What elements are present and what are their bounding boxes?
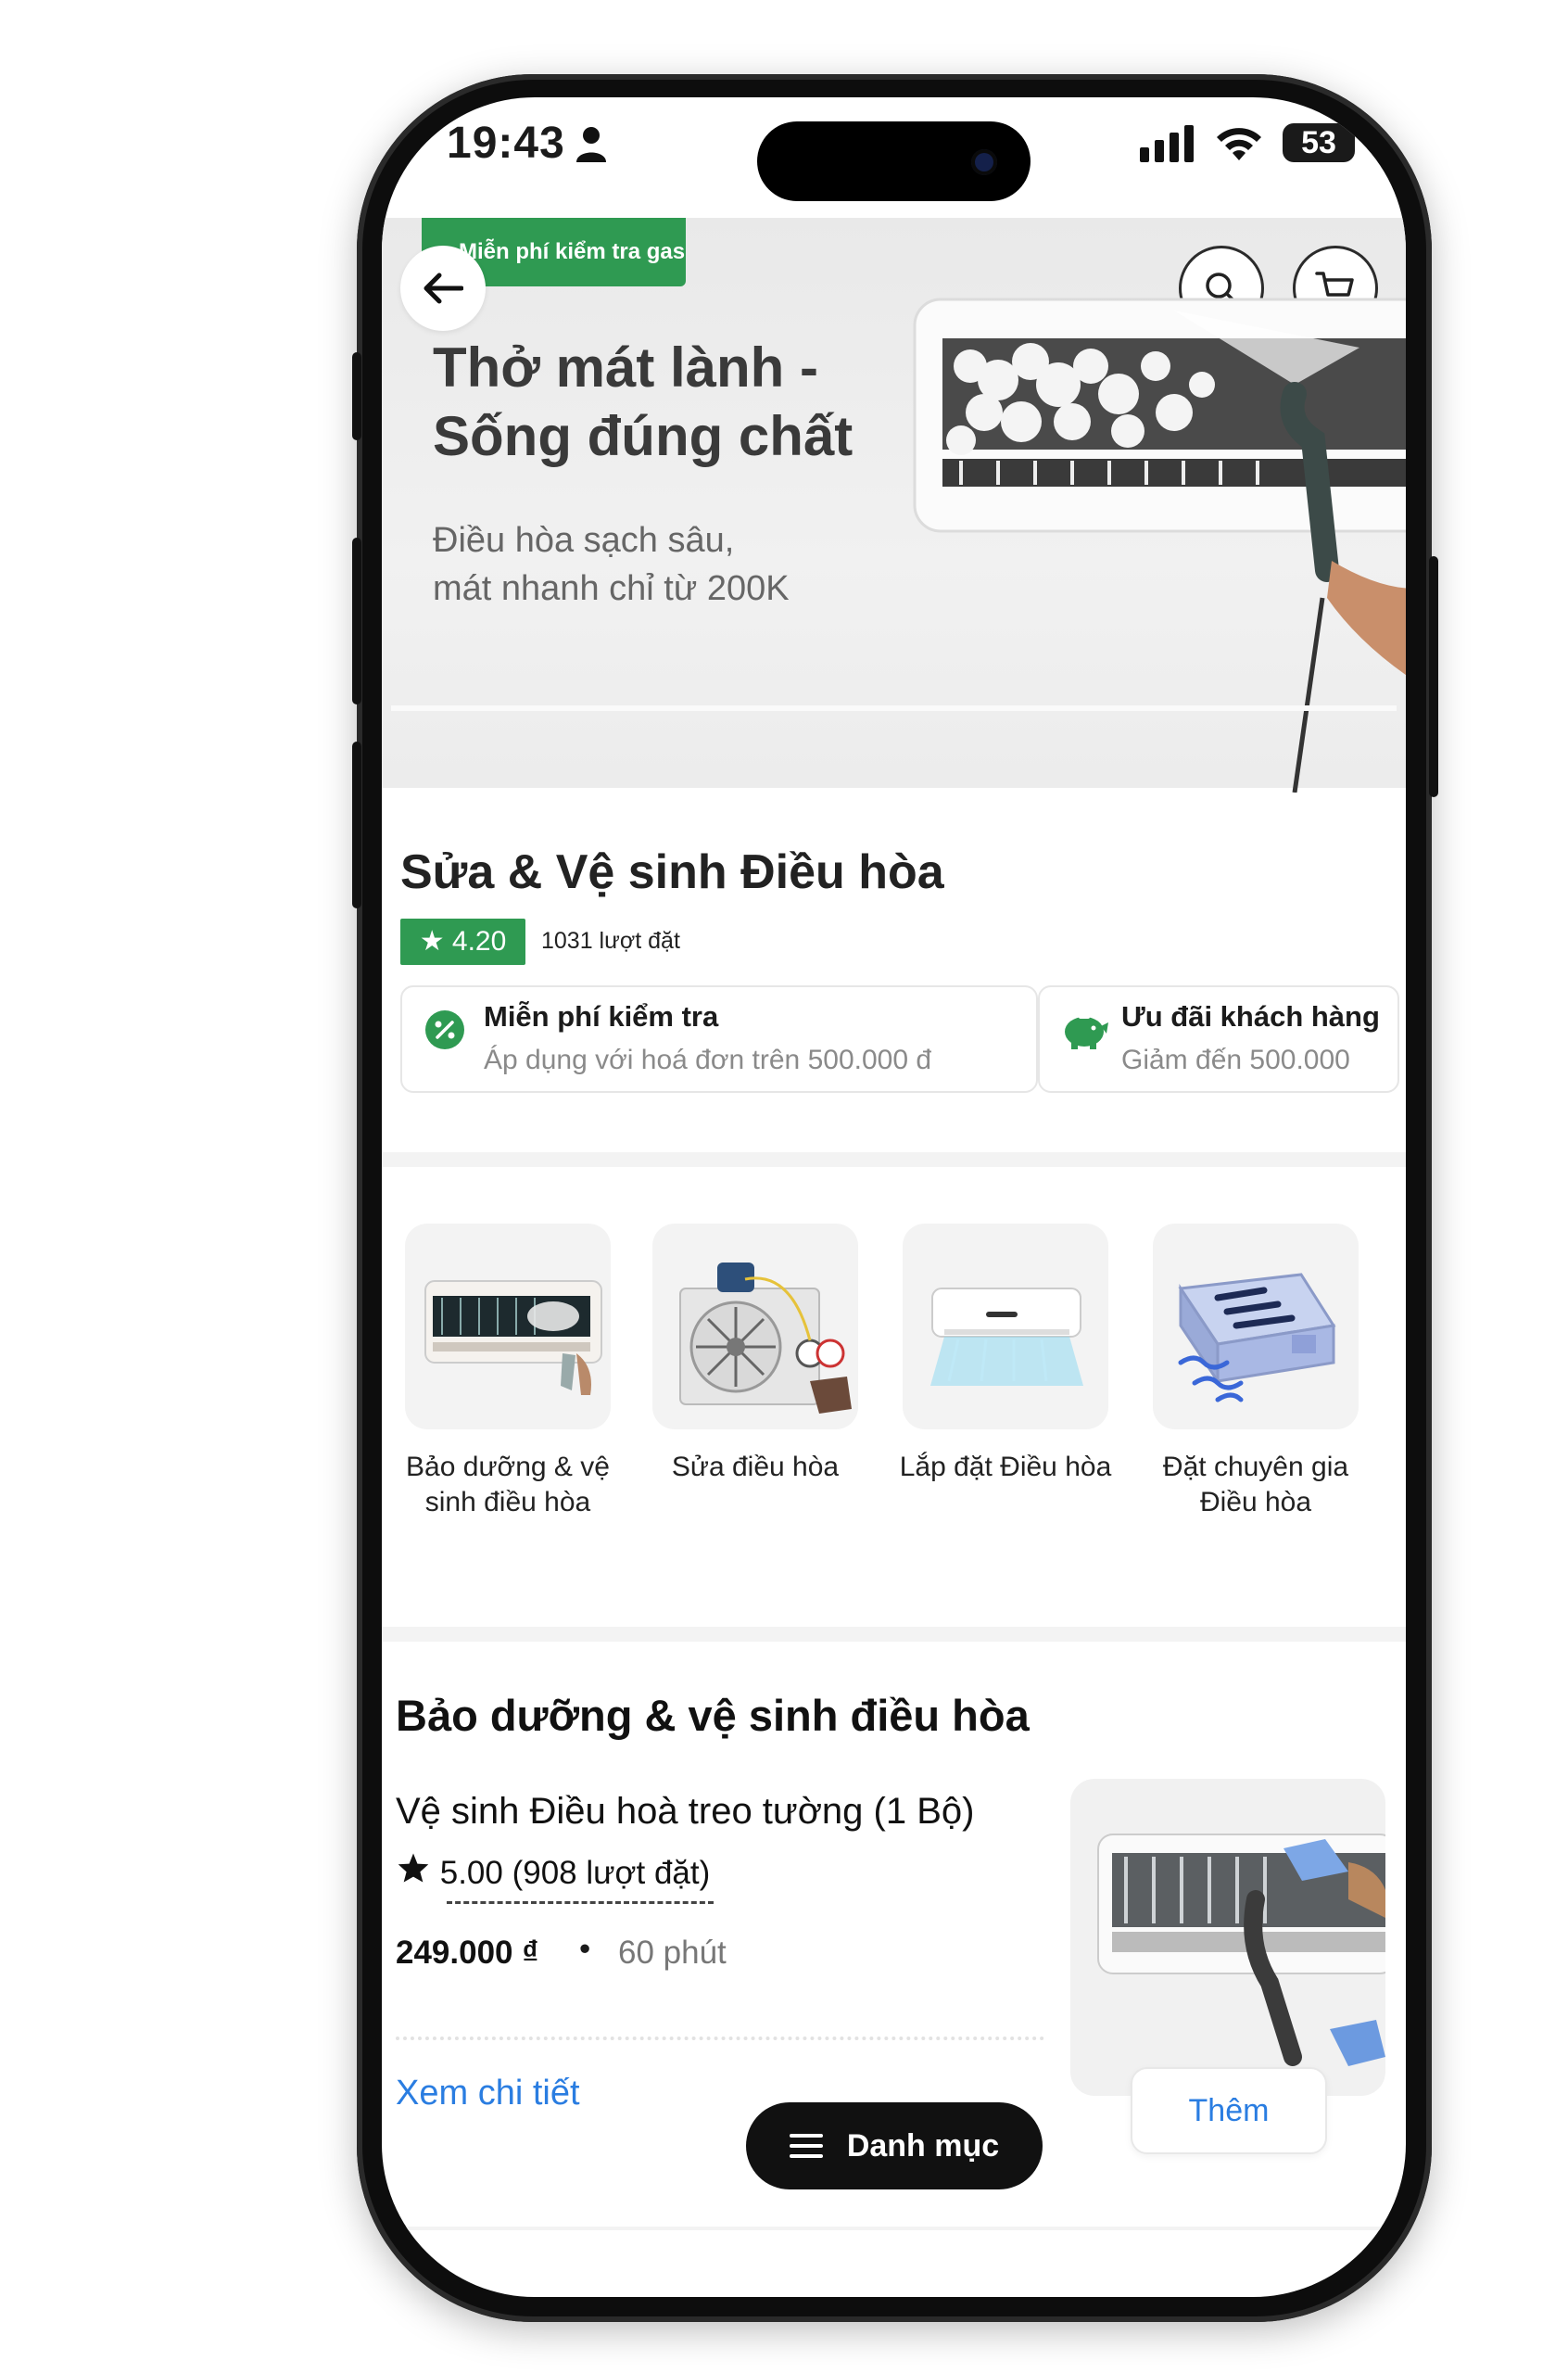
price-separator: •: [579, 1931, 591, 1967]
hero-subtitle-line1: Điều hòa sạch sâu,: [433, 521, 735, 560]
outdoor-unit-image: [679, 1263, 852, 1414]
piggy-bank-icon: [1065, 1015, 1108, 1049]
dynamic-island: [757, 121, 1031, 201]
bottom-divider: [382, 2227, 1406, 2230]
category-installation[interactable]: Lắp đặt Điều hòa: [894, 1224, 1117, 1485]
category-thumbnail: [652, 1224, 858, 1429]
discount-icon: [425, 1010, 464, 1049]
phone-action-button: [352, 352, 361, 440]
battery-indicator: 53: [1283, 123, 1355, 162]
section-divider: [382, 1627, 1406, 1642]
promo-subtitle: Áp dụng với hoá đơn trên 500.000 đ: [484, 1045, 932, 1075]
ac-expert-icon: [1178, 1273, 1336, 1402]
category-label: Đặt chuyên gia Điều hòa: [1144, 1450, 1367, 1520]
cellular-signal-icon: [1140, 125, 1194, 162]
status-time: 19:43: [447, 119, 565, 168]
category-thumbnail: [903, 1224, 1108, 1429]
category-label-line2: sinh điều hòa: [424, 1487, 591, 1517]
promo-title: Ưu đãi khách hàng: [1121, 1000, 1380, 1033]
category-label-line1: Bảo dưỡng & vệ: [406, 1452, 610, 1482]
category-book-expert[interactable]: Đặt chuyên gia Điều hòa: [1144, 1224, 1367, 1520]
camera-icon: [971, 149, 997, 175]
promo-card-customer-offer[interactable]: Ưu đãi khách hàng Giảm đến 500.000: [1038, 985, 1399, 1093]
promo-subtitle: Giảm đến 500.000: [1121, 1045, 1350, 1075]
phone-power-button: [1429, 556, 1438, 797]
rating-badge: ★ 4.20: [400, 919, 525, 965]
wall-ac-cleaning-image: [1097, 1834, 1385, 2066]
product-duration: 60 phút: [618, 1935, 727, 1971]
hero-subtitle: Điều hòa sạch sâu, mát nhanh chỉ từ 200K: [433, 516, 896, 613]
category-label: Lắp đặt Điều hòa: [894, 1450, 1117, 1485]
ac-unit-image: [930, 1288, 1083, 1386]
category-maintenance-cleaning[interactable]: Bảo dưỡng & vệ sinh điều hòa: [397, 1224, 619, 1520]
product-rating: 5.00 (908 lượt đặt): [396, 1852, 710, 1892]
star-icon: [398, 1853, 429, 1883]
section-title: Bảo dưỡng & vệ sinh điều hòa: [396, 1691, 1030, 1740]
person-icon: [576, 127, 606, 162]
promo-card-free-check[interactable]: Miễn phí kiểm tra Áp dụng với hoá đơn tr…: [400, 985, 1038, 1093]
air-conditioner-cleaning-illustration: [913, 298, 1406, 793]
back-button[interactable]: [400, 246, 486, 331]
category-label-line1: Sửa điều hòa: [671, 1452, 840, 1482]
category-menu-button[interactable]: Danh mục: [746, 2102, 1043, 2189]
service-title: Sửa & Vệ sinh Điều hòa: [400, 845, 944, 899]
category-menu-label: Danh mục: [846, 2127, 1000, 2164]
hero-banner[interactable]: Miễn phí kiểm tra gas Thở mát lành - Sốn…: [382, 218, 1406, 793]
hero-title-line2: Sống đúng chất: [433, 405, 854, 467]
category-repair[interactable]: Sửa điều hòa: [644, 1224, 866, 1485]
section-divider: [382, 1152, 1406, 1167]
status-bar: 19:43 53: [382, 97, 1406, 209]
hero-title: Thở mát lành - Sống đúng chất: [433, 334, 915, 471]
product-price: 249.000 ₫: [396, 1935, 539, 1971]
hero-progress-line: [391, 705, 1397, 711]
product-rating-text: 5.00 (908 lượt đặt): [439, 1855, 711, 1891]
product-name[interactable]: Vệ sinh Điều hoà treo tường (1 Bộ): [396, 1791, 974, 1833]
arrow-left-icon: [424, 273, 463, 304]
category-thumbnail: [405, 1224, 611, 1429]
hero-title-line1: Thở mát lành -: [433, 336, 818, 399]
promo-title: Miễn phí kiểm tra: [484, 1000, 719, 1033]
add-button[interactable]: Thêm: [1131, 2067, 1327, 2154]
category-label-line2: Điều hòa: [1199, 1487, 1312, 1517]
category-label: Bảo dưỡng & vệ sinh điều hòa: [397, 1450, 619, 1520]
ac-cleaning-image: [424, 1280, 602, 1395]
category-label: Sửa điều hòa: [644, 1450, 866, 1485]
order-count: 1031 lượt đặt: [541, 928, 680, 954]
category-label-line1: Lắp đặt Điều hòa: [899, 1452, 1112, 1482]
phone-volume-down-button: [352, 742, 361, 908]
product-divider: [396, 2037, 1044, 2040]
wifi-icon: [1217, 128, 1261, 160]
hamburger-menu-icon: [789, 2134, 823, 2158]
phone-screen: 19:43 53 Miễn phí kiểm tra gas Thở mát l…: [382, 97, 1406, 2297]
view-details-link[interactable]: Xem chi tiết: [396, 2074, 580, 2113]
category-label-line1: Đặt chuyên gia: [1162, 1452, 1349, 1482]
category-thumbnail: [1153, 1224, 1359, 1429]
phone-volume-up-button: [352, 538, 361, 704]
hero-subtitle-line2: mát nhanh chỉ từ 200K: [433, 569, 790, 608]
rating-underline: [447, 1901, 714, 1904]
product-image[interactable]: [1070, 1779, 1385, 2096]
